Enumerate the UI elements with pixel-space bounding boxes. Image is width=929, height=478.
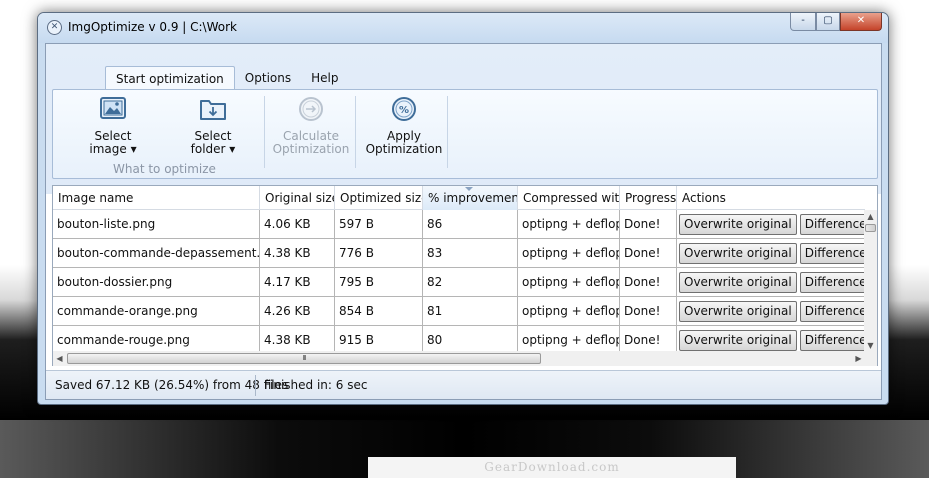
- cell-actions: Overwrite original Differences Sh: [677, 210, 865, 239]
- select-folder-label-1: Select: [194, 129, 232, 143]
- select-folder-label-2: folder ▾: [190, 142, 236, 156]
- apply-optimization-button[interactable]: % Apply Optimization: [360, 96, 448, 156]
- app-window: ✕ ImgOptimize v 0.9 | C:\Work - ▢ ✕ Star…: [37, 12, 889, 405]
- differences-button[interactable]: Differences: [799, 271, 865, 293]
- cell-progress: Done!: [620, 268, 677, 297]
- ribbon-panel: Select image ▾ Select folder ▾ What to o…: [52, 89, 878, 179]
- table-row[interactable]: bouton-dossier.png 4.17 KB 795 B 82 opti…: [53, 268, 865, 297]
- apply-label-2: Optimization: [365, 142, 443, 156]
- watermark-text: GearDownload.com: [368, 457, 736, 478]
- ribbon-separator: [355, 96, 356, 168]
- cell-optimized-size: 776 B: [335, 239, 423, 268]
- differences-button[interactable]: Differences: [799, 300, 865, 322]
- client-area: Start optimization Options Help Select i…: [45, 43, 882, 400]
- cell-compressed-with: optipng + deflopt: [518, 268, 620, 297]
- cell-optimized-size: 854 B: [335, 297, 423, 326]
- cell-actions: Overwrite original Differences Sh: [677, 239, 865, 268]
- tab-options[interactable]: Options: [235, 66, 301, 90]
- apply-label-1: Apply: [387, 129, 421, 143]
- overwrite-original-button[interactable]: Overwrite original: [679, 271, 797, 293]
- tab-start-optimization[interactable]: Start optimization: [105, 66, 235, 90]
- cell-progress: Done!: [620, 297, 677, 326]
- folder-icon: [200, 100, 226, 120]
- calculate-label-2: Optimization: [272, 142, 350, 156]
- cell-compressed-with: optipng + deflopt: [518, 210, 620, 239]
- column-header-image-name[interactable]: Image name: [53, 186, 260, 210]
- percent-icon: %: [392, 97, 416, 121]
- ribbon-separator: [447, 96, 448, 168]
- minimize-button[interactable]: -: [790, 13, 816, 31]
- scroll-up-icon[interactable]: ▲: [864, 210, 877, 223]
- scroll-left-icon[interactable]: ◀: [53, 352, 66, 365]
- maximize-button[interactable]: ▢: [816, 13, 840, 31]
- group-label-what-to-optimize: What to optimize: [113, 162, 216, 176]
- status-finished: Finished in: 6 sec: [264, 378, 368, 392]
- title-bar[interactable]: ✕ ImgOptimize v 0.9 | C:\Work - ▢ ✕: [38, 13, 888, 43]
- calculate-icon: [299, 97, 323, 121]
- overwrite-original-button[interactable]: Overwrite original: [679, 242, 797, 264]
- vertical-scrollbar[interactable]: ▲ ▼: [864, 210, 877, 352]
- cell-image-name: commande-orange.png: [53, 297, 260, 326]
- cell-compressed-with: optipng + deflopt: [518, 239, 620, 268]
- cell-improvement: 83: [423, 239, 518, 268]
- cell-original-size: 4.26 KB: [260, 297, 335, 326]
- cell-improvement: 82: [423, 268, 518, 297]
- cell-optimized-size: 597 B: [335, 210, 423, 239]
- image-icon: [100, 97, 126, 119]
- table-row[interactable]: commande-orange.png 4.26 KB 854 B 81 opt…: [53, 297, 865, 326]
- overwrite-original-button[interactable]: Overwrite original: [679, 329, 797, 351]
- horizontal-scroll-thumb[interactable]: III: [67, 353, 541, 364]
- column-header-compressed-with[interactable]: Compressed with: [518, 186, 620, 210]
- cell-original-size: 4.06 KB: [260, 210, 335, 239]
- grid-header: Image name Original size Optimized size …: [53, 186, 865, 210]
- overwrite-original-button[interactable]: Overwrite original: [679, 213, 797, 235]
- select-image-label-2: image ▾: [89, 142, 137, 156]
- column-header-improvement[interactable]: % improvement: [423, 186, 518, 210]
- cell-progress: Done!: [620, 210, 677, 239]
- calculate-optimization-button[interactable]: Calculate Optimization: [266, 96, 356, 156]
- status-separator: [255, 375, 256, 396]
- results-grid[interactable]: Image name Original size Optimized size …: [52, 185, 878, 366]
- select-folder-button[interactable]: Select folder ▾: [181, 96, 245, 156]
- cell-compressed-with: optipng + deflopt: [518, 297, 620, 326]
- cell-image-name: bouton-dossier.png: [53, 268, 260, 297]
- table-row[interactable]: bouton-commande-depassement.png 4.38 KB …: [53, 239, 865, 268]
- cell-original-size: 4.38 KB: [260, 239, 335, 268]
- app-icon[interactable]: ✕: [47, 20, 62, 35]
- close-button[interactable]: ✕: [840, 13, 882, 31]
- column-header-actions[interactable]: Actions: [677, 186, 865, 210]
- column-header-optimized-size[interactable]: Optimized size: [335, 186, 423, 210]
- ribbon-tabs: Start optimization Options Help: [105, 66, 348, 90]
- cell-progress: Done!: [620, 239, 677, 268]
- cell-actions: Overwrite original Differences Sh: [677, 268, 865, 297]
- cell-optimized-size: 795 B: [335, 268, 423, 297]
- horizontal-scrollbar[interactable]: ◀ III ▶: [53, 351, 865, 366]
- overwrite-original-button[interactable]: Overwrite original: [679, 300, 797, 322]
- scrollbar-corner: [864, 351, 877, 366]
- cell-improvement: 81: [423, 297, 518, 326]
- cell-original-size: 4.17 KB: [260, 268, 335, 297]
- ribbon-separator: [264, 96, 265, 168]
- cell-image-name: bouton-liste.png: [53, 210, 260, 239]
- cell-image-name: bouton-commande-depassement.png: [53, 239, 260, 268]
- column-header-progress[interactable]: Progress: [620, 186, 677, 210]
- tab-help[interactable]: Help: [301, 66, 348, 90]
- cell-actions: Overwrite original Differences Sh: [677, 297, 865, 326]
- svg-text:%: %: [399, 105, 409, 116]
- calculate-label-1: Calculate: [282, 129, 340, 143]
- differences-button[interactable]: Differences: [799, 329, 865, 351]
- status-bar: Saved 67.12 KB (26.54%) from 48 files Fi…: [46, 370, 881, 399]
- window-controls: - ▢ ✕: [790, 13, 882, 33]
- column-header-original-size[interactable]: Original size: [260, 186, 335, 210]
- cell-improvement: 86: [423, 210, 518, 239]
- select-image-button[interactable]: Select image ▾: [81, 96, 145, 156]
- differences-button[interactable]: Differences: [799, 242, 865, 264]
- differences-button[interactable]: Differences: [799, 213, 865, 235]
- vertical-scroll-thumb[interactable]: [865, 224, 876, 232]
- select-image-label-1: Select: [94, 129, 132, 143]
- table-row[interactable]: bouton-liste.png 4.06 KB 597 B 86 optipn…: [53, 210, 865, 239]
- window-title: ImgOptimize v 0.9 | C:\Work: [68, 20, 237, 34]
- status-saved: Saved 67.12 KB (26.54%) from 48 files: [55, 378, 289, 392]
